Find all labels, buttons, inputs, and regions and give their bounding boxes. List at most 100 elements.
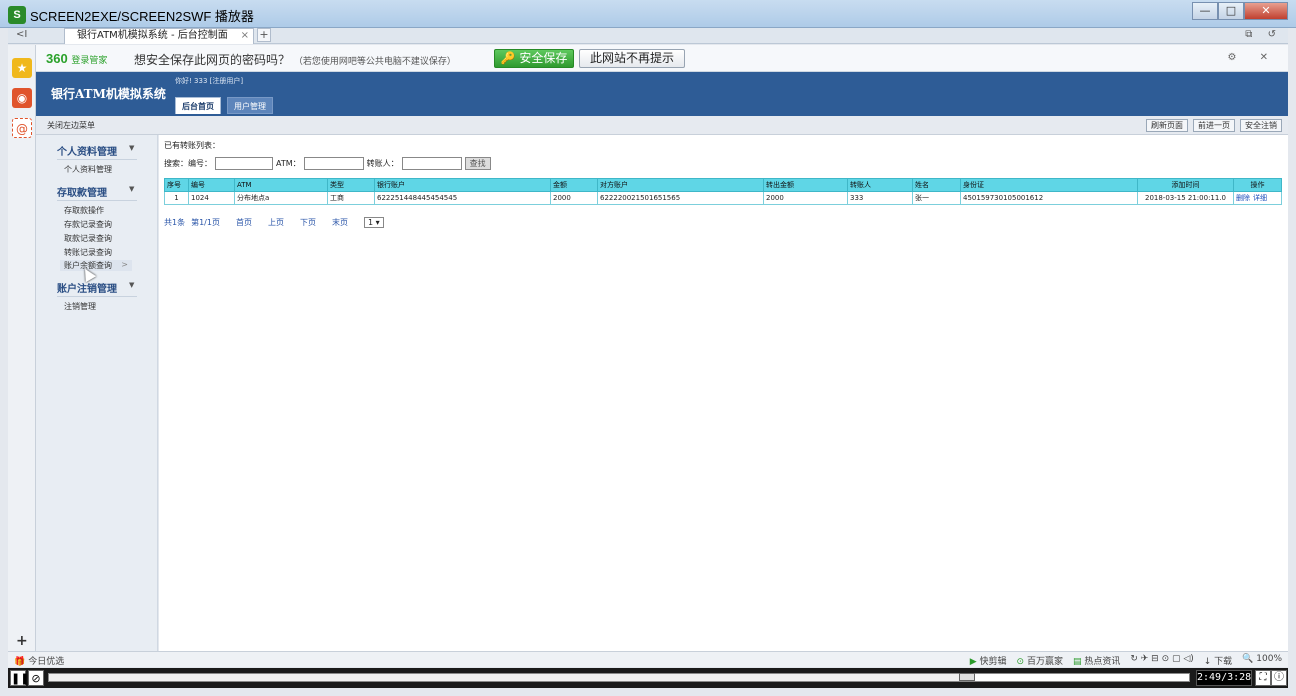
detail-link[interactable]: 详细 <box>1253 194 1267 202</box>
search-button[interactable]: 查找 <box>464 156 491 170</box>
col-ops: 操作 <box>1233 178 1282 192</box>
info-button[interactable]: ⓘ <box>1271 670 1287 686</box>
forward-page-button[interactable]: 前进一页 <box>1193 119 1235 132</box>
save-password-question: 想安全保存此网页的密码吗？ （若您使用网吧等公共电脑不建议保存） <box>134 53 456 67</box>
browser-tab[interactable]: 银行ATM机模拟系统 - 后台控制面 × <box>64 28 254 44</box>
tab-title: 银行ATM机模拟系统 - 后台控制面 <box>77 30 228 41</box>
col-number: 编号 <box>188 178 235 192</box>
progress-fill <box>49 674 973 681</box>
tab-user-management[interactable]: 用户管理 <box>227 97 273 114</box>
mail-at-icon[interactable]: @ <box>12 118 32 138</box>
user-greeting: 你好! 333 [注册用户] <box>175 77 244 85</box>
cell-name: 张一 <box>912 191 961 205</box>
never-remind-button[interactable]: 此网站不再提示 <box>579 49 685 68</box>
col-target-account: 对方账户 <box>597 178 764 192</box>
zoom-level[interactable]: 🔍 100% <box>1242 654 1282 667</box>
transfer-table: 序号 编号 ATM 类型 银行账户 金额 对方账户 转出金额 转账人 姓名 身份… <box>164 178 1282 205</box>
col-name: 姓名 <box>912 178 961 192</box>
col-amount: 金额 <box>550 178 598 192</box>
password-bar-controls[interactable]: ⚙ ✕ <box>1227 52 1278 63</box>
next-page-link[interactable]: 下页 <box>300 217 316 228</box>
menu-item-balance-query[interactable]: 账户余额查询 > <box>60 260 132 271</box>
menu-divider <box>57 296 137 297</box>
sidebar-add-icon[interactable]: + <box>16 633 28 649</box>
back-icon[interactable]: <I <box>16 29 27 40</box>
transfer-person-input[interactable] <box>401 156 462 170</box>
transfer-person-label: 转账人： <box>366 158 399 168</box>
menu-divider <box>57 159 137 160</box>
refresh-page-button[interactable]: 刷新页面 <box>1146 119 1188 132</box>
quick-clip-item[interactable]: ▶ 快剪辑 <box>970 654 1007 667</box>
close-left-menu-link[interactable]: 关闭左边菜单 <box>47 120 95 131</box>
prev-page-link[interactable]: 上页 <box>268 217 284 228</box>
cell-ops: 删除 详细 <box>1233 191 1282 205</box>
menu-group-deposit-withdraw[interactable]: 存取款管理 ▼ <box>57 184 134 199</box>
atm-label: ATM： <box>276 158 301 168</box>
tab-row-right-icons[interactable]: ⧉ ↺ <box>1245 29 1282 40</box>
password-save-bar: 360 登录管家 想安全保存此网页的密码吗？ （若您使用网吧等公共电脑不建议保存… <box>36 45 1288 72</box>
menu-item-withdraw-records[interactable]: 取款记录查询 <box>64 233 112 244</box>
safe-save-button[interactable]: 🔑 安全保存 <box>494 49 574 68</box>
col-out-amount: 转出金额 <box>763 178 848 192</box>
cell-out-amount: 2000 <box>763 191 848 205</box>
stop-button[interactable]: ⊘ <box>28 670 44 686</box>
progress-track[interactable] <box>48 673 1190 682</box>
pause-button[interactable]: ❚❚ <box>10 670 29 686</box>
chevron-down-icon: ▼ <box>129 281 135 289</box>
window-controls: — □ ✕ <box>1192 2 1288 20</box>
menu-group-profile[interactable]: 个人资料管理 ▼ <box>57 143 134 158</box>
delete-link[interactable]: 删除 <box>1236 194 1250 202</box>
tab-home[interactable]: 后台首页 <box>175 97 221 114</box>
table-row: 1 1024 分布地点a 工商 622251448445454545 2000 … <box>164 191 1282 205</box>
page-select[interactable]: 1 ▾ <box>363 217 384 228</box>
menu-item-profile[interactable]: 个人资料管理 <box>64 164 112 175</box>
menu-item-transfer-records[interactable]: 转账记录查询 <box>64 247 112 258</box>
browser-tab-row: <I 银行ATM机模拟系统 - 后台控制面 × + ⧉ ↺ <box>8 28 1288 44</box>
menu-item-deposit-withdraw-op[interactable]: 存取款操作 <box>64 205 104 216</box>
cell-atm: 分布地点a <box>234 191 328 205</box>
today-picks[interactable]: 🎁 今日优选 <box>14 654 64 667</box>
first-page-link[interactable]: 首页 <box>236 217 252 228</box>
tab-close-icon[interactable]: × <box>241 29 249 43</box>
minimize-button[interactable]: — <box>1192 2 1218 20</box>
window-titlebar: S SCREEN2EXE/SCREEN2SWF 播放器 — □ ✕ <box>0 0 1296 28</box>
360-logo: 360 登录管家 <box>46 51 108 66</box>
menu-item-deposit-records[interactable]: 存款记录查询 <box>64 219 112 230</box>
app-brand: 银行ATM机模拟系统 <box>51 87 166 101</box>
download-item[interactable]: ↓ 下载 <box>1204 654 1232 667</box>
hot-news-item[interactable]: ▤ 热点资讯 <box>1073 654 1120 667</box>
total-count: 共1条 <box>164 218 186 227</box>
close-button[interactable]: ✕ <box>1244 2 1288 20</box>
chevron-down-icon: ▼ <box>129 144 135 152</box>
weibo-icon[interactable]: ◉ <box>12 88 32 108</box>
status-tool-icons[interactable]: ↻ ✈ ⊟ ⊙ ▢ ◁) <box>1130 654 1193 667</box>
atm-input[interactable] <box>303 156 364 170</box>
cell-type: 工商 <box>327 191 375 205</box>
million-winner-item[interactable]: ⊙ 百万赢家 <box>1017 654 1063 667</box>
list-caption: 已有转账列表： <box>164 141 220 150</box>
col-transfer-person: 转账人 <box>847 178 913 192</box>
col-added-time: 添加时间 <box>1137 178 1234 192</box>
menu-divider <box>57 200 137 201</box>
number-input[interactable] <box>215 156 273 170</box>
player-app-icon: S <box>8 6 26 24</box>
col-id-card: 身份证 <box>960 178 1138 192</box>
fullscreen-button[interactable]: ⛶ <box>1255 670 1271 686</box>
table-header-row: 序号 编号 ATM 类型 银行账户 金额 对方账户 转出金额 转账人 姓名 身份… <box>164 178 1282 192</box>
menu-item-cancel-management[interactable]: 注销管理 <box>64 301 96 312</box>
chevron-down-icon: ▼ <box>129 185 135 193</box>
maximize-button[interactable]: □ <box>1218 2 1244 20</box>
new-tab-button[interactable]: + <box>257 28 271 42</box>
player-control-bar: ❚❚ ⊘ 2:49/3:28 ⛶ ⓘ <box>8 668 1288 688</box>
browser-sidebar: ★ ◉ @ + <box>8 45 36 665</box>
gift-icon: 🎁 <box>14 657 26 667</box>
menu-group-account-cancel[interactable]: 账户注销管理 ▼ <box>57 280 134 295</box>
last-page-link[interactable]: 末页 <box>332 217 348 228</box>
logout-button[interactable]: 安全注销 <box>1240 119 1282 132</box>
favorites-star-icon[interactable]: ★ <box>12 58 32 78</box>
status-right-items: ▶ 快剪辑 ⊙ 百万赢家 ▤ 热点资讯 ↻ ✈ ⊟ ⊙ ▢ ◁) ↓ 下载 🔍 … <box>970 654 1282 667</box>
page-indicator: 第1/1页 <box>191 218 220 227</box>
progress-thumb[interactable] <box>959 673 975 681</box>
cell-amount: 2000 <box>550 191 598 205</box>
pagination: 共1条 第1/1页 首页 上页 下页 末页 1 ▾ <box>164 217 400 228</box>
